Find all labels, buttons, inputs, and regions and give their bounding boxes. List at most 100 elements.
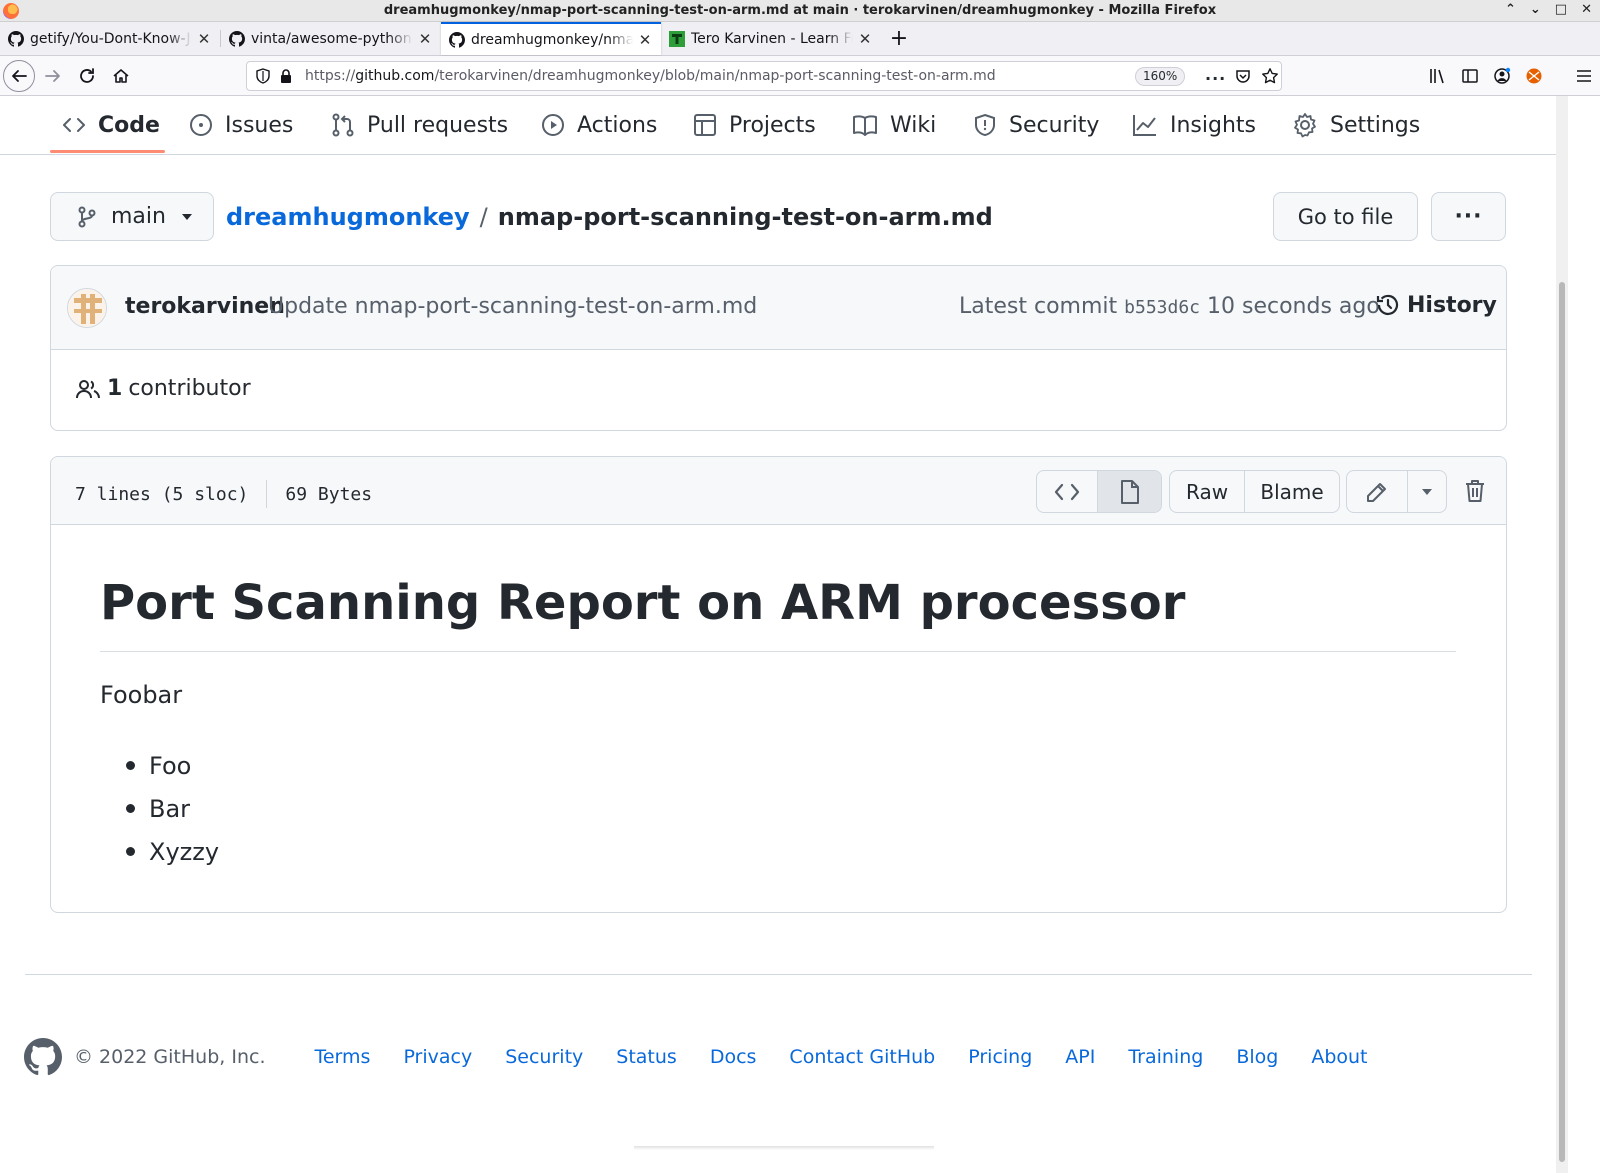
page-actions-icon[interactable]: ··· — [1205, 69, 1226, 88]
maximize-button[interactable]: □ — [1555, 2, 1567, 17]
sidebar-icon[interactable] — [1454, 67, 1486, 85]
close-tab-icon[interactable]: ✕ — [417, 30, 433, 48]
repo-navigation: Code Issues Pull requests Actions Projec… — [0, 96, 1556, 155]
latest-commit-label: Latest commit — [959, 294, 1118, 319]
footer-link-about[interactable]: About — [1311, 1046, 1367, 1068]
url-path: /terokarvinen/dreamhugmonkey/blob/main/n… — [434, 68, 996, 84]
commit-sha-link[interactable]: b553d6c — [1124, 297, 1200, 318]
file-header: 7 lines (5 sloc) 69 Bytes Raw Blame — [51, 457, 1506, 525]
list-item-text: Bar — [149, 794, 191, 823]
avatar[interactable] — [67, 288, 107, 328]
library-icon[interactable] — [1422, 67, 1454, 85]
close-tab-icon[interactable]: ✕ — [637, 31, 653, 49]
branch-name: main — [111, 204, 166, 229]
lock-icon[interactable] — [279, 68, 293, 84]
restore-button[interactable]: ⌄ — [1530, 2, 1541, 17]
tab-issues[interactable]: Issues — [189, 96, 293, 154]
url-text[interactable]: https://github.com/terokarvinen/dreamhug… — [305, 68, 996, 84]
commit-author-link[interactable]: terokarvinen — [125, 294, 285, 319]
view-mode-toggle — [1036, 470, 1162, 513]
tab-label: Projects — [729, 112, 816, 138]
tab-wiki[interactable]: Wiki — [852, 96, 936, 154]
pocket-icon[interactable] — [1235, 68, 1251, 84]
footer-link-docs[interactable]: Docs — [710, 1046, 757, 1068]
tab-label: Wiki — [890, 112, 937, 138]
delete-file-button[interactable] — [1462, 477, 1488, 505]
caret-down-icon — [1420, 487, 1434, 497]
footer-link-training[interactable]: Training — [1128, 1046, 1203, 1068]
hamburger-menu-icon[interactable] — [1568, 68, 1600, 84]
display-source-button[interactable] — [1037, 471, 1099, 512]
tab-actions[interactable]: Actions — [541, 96, 657, 154]
footer-link-api[interactable]: API — [1065, 1046, 1095, 1068]
close-tab-icon[interactable]: ✕ — [857, 30, 873, 48]
tab-security[interactable]: Security — [973, 96, 1099, 154]
page-scrollbar-thumb[interactable] — [1559, 282, 1565, 1162]
contributors-label: contributor — [128, 376, 251, 401]
account-icon[interactable] — [1486, 67, 1518, 85]
footer-link-contact[interactable]: Contact GitHub — [789, 1046, 935, 1068]
gear-icon — [1292, 112, 1318, 138]
bookmark-star-icon[interactable] — [1261, 67, 1279, 85]
contributors-link[interactable]: 1 contributor — [75, 376, 251, 401]
contributors-count: 1 — [107, 376, 123, 401]
footer-link-terms[interactable]: Terms — [314, 1046, 370, 1068]
raw-blame-group: Raw Blame — [1169, 470, 1340, 513]
shield-icon — [973, 113, 997, 137]
extension-icon[interactable] — [1518, 67, 1550, 85]
edit-file-button[interactable] — [1347, 471, 1408, 512]
tero-favicon-icon — [669, 30, 685, 47]
shield-icon[interactable] — [255, 68, 271, 84]
display-rendered-button[interactable] — [1098, 471, 1161, 512]
forward-button[interactable] — [37, 60, 69, 92]
zoom-level-badge[interactable]: 160% — [1135, 67, 1186, 86]
close-window-button[interactable]: ✕ — [1581, 2, 1592, 17]
reload-button[interactable] — [71, 60, 103, 92]
bullet — [126, 804, 135, 813]
tab-projects[interactable]: Projects — [693, 96, 816, 154]
breadcrumb: dreamhugmonkey / nmap-port-scanning-test… — [226, 200, 993, 234]
tab-insights[interactable]: Insights — [1132, 96, 1256, 154]
tab-label: Settings — [1330, 112, 1421, 138]
breadcrumb-repo-link[interactable]: dreamhugmonkey — [226, 203, 470, 231]
more-options-button[interactable]: ··· — [1431, 192, 1506, 241]
markdown-list: Foo Bar Xyzzy — [126, 744, 219, 873]
footer-link-pricing[interactable]: Pricing — [968, 1046, 1032, 1068]
tab-label: Code — [98, 112, 160, 138]
pencil-icon — [1365, 480, 1389, 504]
branch-select-button[interactable]: main — [50, 192, 214, 241]
footer-link-privacy[interactable]: Privacy — [403, 1046, 472, 1068]
tab-settings[interactable]: Settings — [1292, 96, 1420, 154]
home-button[interactable] — [105, 60, 137, 92]
footer-link-status[interactable]: Status — [616, 1046, 677, 1068]
raw-button[interactable]: Raw — [1170, 471, 1246, 512]
back-button[interactable] — [3, 59, 35, 92]
commit-message-link[interactable]: Update nmap-port-scanning-test-on-arm.md — [268, 294, 757, 319]
tab-pull-requests[interactable]: Pull requests — [331, 96, 508, 154]
blame-button[interactable]: Blame — [1245, 471, 1339, 512]
url-bar[interactable]: https://github.com/terokarvinen/dreamhug… — [246, 61, 1282, 91]
breadcrumb-separator: / — [479, 203, 488, 231]
footer-link-blog[interactable]: Blog — [1236, 1046, 1278, 1068]
close-tab-icon[interactable]: ✕ — [196, 30, 212, 48]
minimize-button[interactable]: ⌃ — [1505, 2, 1516, 17]
edit-options-dropdown[interactable] — [1408, 471, 1446, 512]
navigation-toolbar: https://github.com/terokarvinen/dreamhug… — [0, 56, 1600, 96]
browser-tab[interactable]: getify/You-Dont-Know-JS: A ✕ — [0, 22, 220, 55]
window-titlebar: dreamhugmonkey/nmap-port-scanning-test-o… — [0, 0, 1600, 22]
browser-tab-active[interactable]: dreamhugmonkey/nmap-port ✕ — [441, 22, 661, 55]
go-to-file-button[interactable]: Go to file — [1273, 192, 1418, 241]
browser-tab[interactable]: vinta/awesome-python: An ✕ — [221, 22, 441, 55]
firefox-logo-icon — [3, 3, 19, 19]
tab-code[interactable]: Code — [62, 96, 160, 154]
commit-time: 10 seconds ago — [1207, 294, 1380, 319]
history-link[interactable]: History — [1375, 292, 1497, 318]
browser-tab[interactable]: Tero Karvinen - Learn Free ✕ — [661, 22, 881, 55]
footer-link-security[interactable]: Security — [505, 1046, 583, 1068]
tab-title: getify/You-Dont-Know-JS: A — [30, 30, 192, 47]
new-tab-button[interactable]: + — [881, 22, 917, 55]
history-label: History — [1407, 292, 1497, 318]
github-mark-icon[interactable] — [24, 1038, 62, 1076]
bullet — [126, 847, 135, 856]
play-icon — [541, 113, 565, 137]
